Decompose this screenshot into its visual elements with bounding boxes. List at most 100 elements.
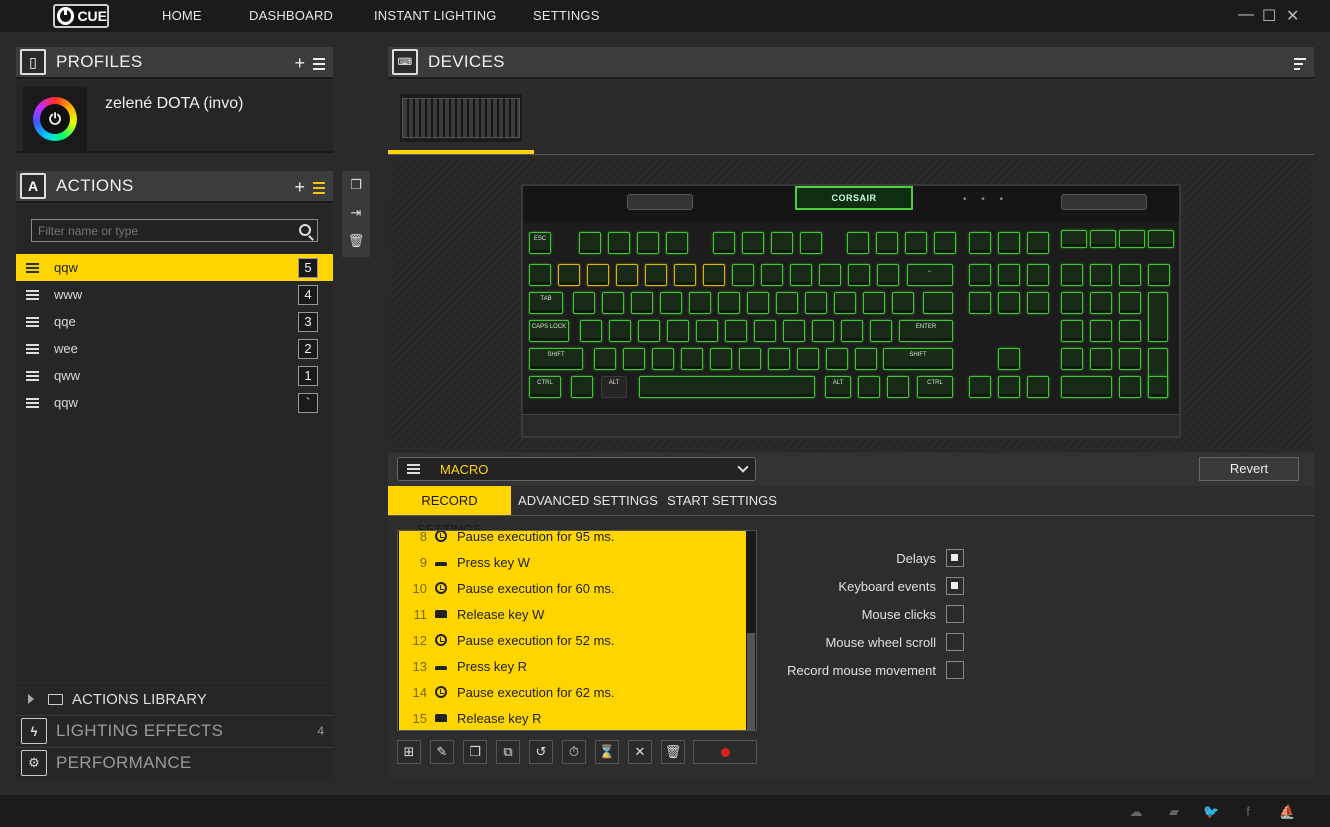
keyboard-key[interactable] [847,232,869,254]
keyboard-key[interactable] [1090,348,1112,370]
keyboard-key[interactable]: SHIFT [529,348,583,370]
keyboard-key[interactable] [1119,320,1141,342]
record-event-row[interactable]: 15 Release key R [399,705,746,730]
trash-icon[interactable]: 🗑 [661,740,685,764]
keyboard-key[interactable] [732,264,754,286]
keyboard-key[interactable] [609,320,631,342]
import-icon[interactable]: ⇥ [342,199,370,227]
tab-record-settings[interactable]: RECORD SETTINGS [388,486,511,537]
keyboard-key[interactable] [768,348,790,370]
delete-icon[interactable]: 🗑 [342,227,370,255]
undo-icon[interactable]: ↺ [529,740,553,764]
nav-instant-lighting[interactable]: INSTANT LIGHTING [374,8,497,23]
keyboard-key[interactable] [877,264,899,286]
keyboard-key[interactable] [905,232,927,254]
keyboard-key[interactable] [1027,232,1049,254]
keyboard-key[interactable] [812,320,834,342]
option-checkbox[interactable] [946,661,964,679]
record-event-row[interactable]: 8 Pause execution for 95 ms. [399,531,746,549]
keyboard-key[interactable] [892,292,914,314]
keyboard-key[interactable] [1119,264,1141,286]
cue-logo[interactable]: CUE [53,4,109,28]
add-event-icon[interactable]: ⊞ [397,740,421,764]
keyboard-key[interactable] [637,232,659,254]
keyboard-key[interactable] [602,292,624,314]
keyboard-key[interactable]: CAPS LOCK [529,320,569,342]
keyboard-key[interactable] [594,348,616,370]
keyboard-key[interactable] [579,232,601,254]
keyboard-key[interactable] [934,232,956,254]
keyboard-key[interactable] [969,232,991,254]
keyboard-key[interactable] [1061,376,1112,398]
keyboard-key[interactable]: TAB [529,292,563,314]
maximize-button[interactable]: ☐ [1262,6,1276,26]
lighting-effects-row[interactable]: ϟ LIGHTING EFFECTS 4 [16,715,333,746]
keyboard-key[interactable] [1090,264,1112,286]
chat-icon[interactable]: ▰ [1166,804,1182,819]
twitter-icon[interactable]: 🐦 [1203,804,1219,819]
action-item[interactable]: qww 1 [16,362,333,389]
devices-menu-icon[interactable] [1294,58,1306,70]
keyboard-key[interactable] [776,292,798,314]
keyboard-key[interactable] [742,232,764,254]
tab-advanced-settings[interactable]: ADVANCED SETTINGS [518,486,658,515]
record-event-row[interactable]: 12 Pause execution for 52 ms. [399,627,746,653]
option-checkbox[interactable] [946,633,964,651]
keyboard-key[interactable] [1148,292,1168,342]
nav-home[interactable]: HOME [162,8,202,23]
keyboard-key[interactable]: ENTER [899,320,953,342]
keyboard-key[interactable]: ALT [601,376,627,398]
keyboard-key[interactable]: SHIFT [883,348,953,370]
keyboard-key[interactable] [1061,292,1083,314]
revert-button[interactable]: Revert [1199,457,1299,481]
clear-icon[interactable]: ✕ [628,740,652,764]
keyboard-key[interactable] [870,320,892,342]
keyboard-key[interactable] [1119,348,1141,370]
keyboard-key[interactable] [754,320,776,342]
keyboard-key[interactable] [1090,320,1112,342]
keyboard-key[interactable] [805,292,827,314]
minimize-button[interactable]: — [1238,6,1254,24]
keyboard-key[interactable] [969,292,991,314]
record-event-row[interactable]: 13 Press key R [399,653,746,679]
record-event-row[interactable]: 14 Pause execution for 62 ms. [399,679,746,705]
keyboard-key[interactable] [998,292,1020,314]
keyboard-key[interactable] [580,320,602,342]
record-event-row[interactable]: 9 Press key W [399,549,746,575]
keyboard-key[interactable] [1090,230,1116,248]
add-profile-button[interactable]: + [294,53,305,74]
keyboard-key[interactable] [666,232,688,254]
actions-menu-icon[interactable] [313,182,325,198]
profiles-menu-icon[interactable] [313,58,325,74]
keyboard-key[interactable] [747,292,769,314]
keyboard-key[interactable] [998,264,1020,286]
keyboard-key[interactable] [876,232,898,254]
keyboard-key[interactable] [863,292,885,314]
keyboard-key[interactable] [739,348,761,370]
keyboard-key[interactable]: CTRL [529,376,561,398]
keyboard-key[interactable] [608,232,630,254]
keyboard-key[interactable] [1119,292,1141,314]
keyboard-key[interactable] [790,264,812,286]
close-button[interactable]: ✕ [1286,6,1299,26]
option-checkbox[interactable] [946,549,964,567]
keyboard-key[interactable] [571,376,593,398]
keyboard-key[interactable] [674,264,696,286]
keyboard-key[interactable] [826,348,848,370]
action-item[interactable]: wee 2 [16,335,333,362]
filter-box[interactable] [31,219,318,242]
keyboard-key[interactable] [529,264,551,286]
keyboard-key[interactable] [623,348,645,370]
keyboard-key[interactable]: ← [907,264,953,286]
keyboard-key[interactable] [887,376,909,398]
keyboard-key[interactable] [1061,348,1083,370]
action-item[interactable]: www 4 [16,281,333,308]
keyboard-key[interactable] [998,376,1020,398]
keyboard-key[interactable] [1148,264,1170,286]
keyboard-key[interactable] [761,264,783,286]
keyboard-key[interactable] [1090,292,1112,314]
keyboard-key[interactable] [1148,230,1174,248]
keyboard-key[interactable] [998,348,1020,370]
keyboard-key[interactable] [616,264,638,286]
keyboard-key[interactable] [573,292,595,314]
